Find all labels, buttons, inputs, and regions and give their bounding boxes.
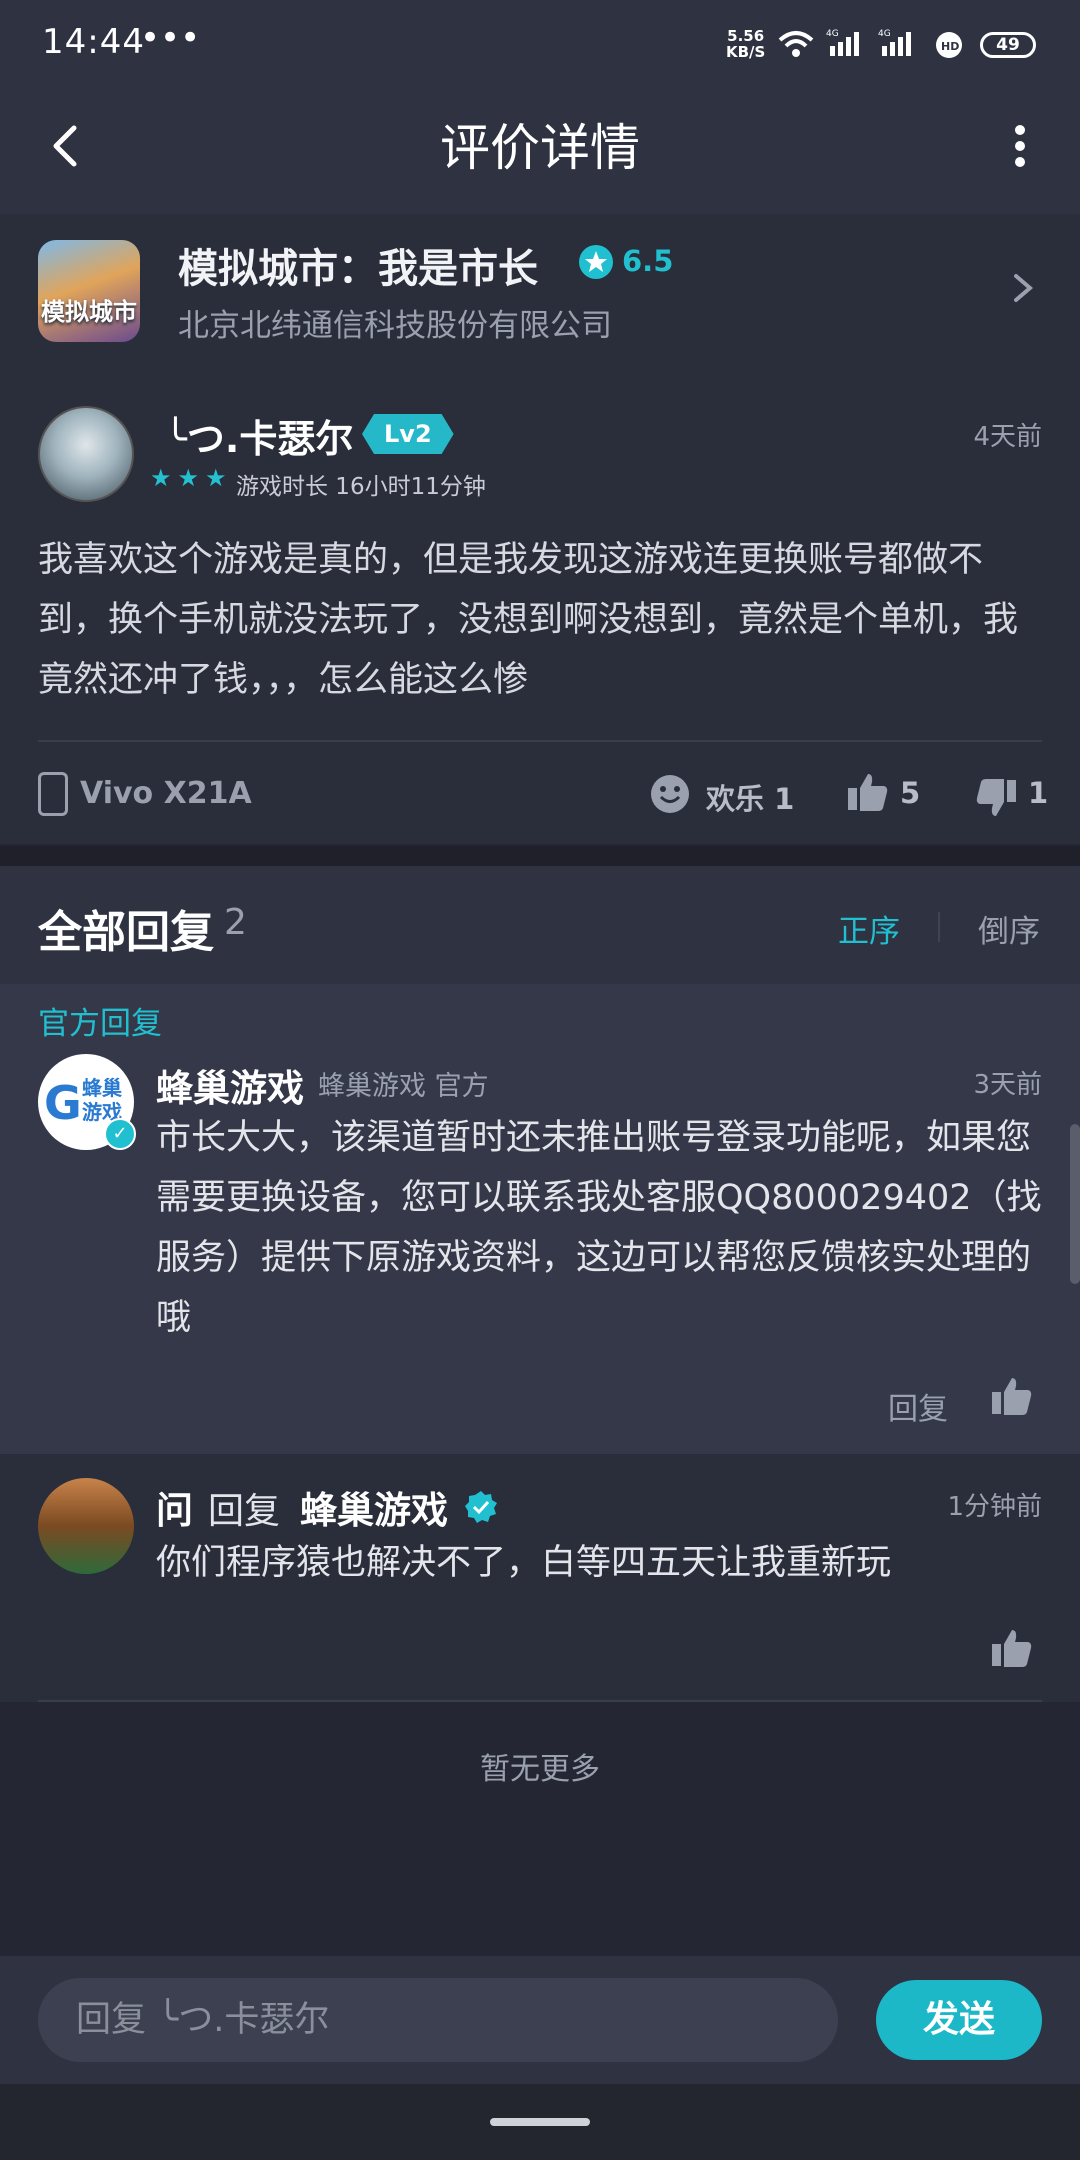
reply-verb: 回复 xyxy=(208,1491,281,1532)
rating-star-icon xyxy=(579,245,613,279)
official-subtitle: 蜂巢游戏 官方 xyxy=(318,1071,489,1102)
reply-text: 你们程序猿也解决不了，白等四五天让我重新玩 xyxy=(156,1543,892,1583)
level-badge: Lv2 xyxy=(362,414,454,454)
svg-text:4G: 4G xyxy=(826,29,839,39)
section-gap xyxy=(0,846,1080,866)
official-text: 市长大大，该渠道暂时还未推出账号登录功能呢，如果您需要更换设备，您可以联系我处客… xyxy=(156,1118,1042,1338)
happy-count[interactable]: 欢乐 1 xyxy=(706,776,794,818)
reply-time: 1分钟前 xyxy=(947,1492,1042,1522)
review-stars: ★★★ xyxy=(150,464,233,492)
signal-1-icon: 4G xyxy=(826,29,859,56)
status-notification-dots: ••• xyxy=(140,18,201,58)
official-logo-text: 蜂巢 游戏 xyxy=(82,1076,122,1124)
scrollbar[interactable] xyxy=(1070,1124,1080,1284)
signal-2-icon: 4G xyxy=(878,29,911,56)
reply-button[interactable]: 回复 xyxy=(888,1384,948,1428)
hd-icon: HD xyxy=(936,32,962,58)
network-speed: 5.56 KB/S xyxy=(726,27,766,61)
like-count: 5 xyxy=(900,776,921,810)
wifi-icon xyxy=(778,31,814,57)
sort-ascending-tab[interactable]: 正序 xyxy=(838,906,900,951)
sort-divider xyxy=(938,912,940,942)
thumbs-down-icon[interactable] xyxy=(974,776,1018,820)
svg-text:4G: 4G xyxy=(878,29,891,39)
replies-title: 全部回复 xyxy=(38,907,214,958)
game-rating: 6.5 xyxy=(622,244,674,278)
home-indicator[interactable] xyxy=(490,2118,590,2126)
reviewer-name[interactable]: ╰つ.卡瑟尔 xyxy=(164,408,353,463)
divider xyxy=(38,740,1042,742)
game-name: 模拟城市：我是市长 xyxy=(178,246,538,292)
replier-avatar[interactable] xyxy=(38,1478,134,1574)
chevron-right-icon[interactable] xyxy=(1008,268,1038,308)
playtime: 游戏时长 16小时11分钟 xyxy=(236,474,486,500)
svg-text:HD: HD xyxy=(941,40,959,53)
smile-icon[interactable] xyxy=(650,774,690,814)
thumbs-up-icon[interactable] xyxy=(846,770,890,814)
official-time: 3天前 xyxy=(973,1070,1042,1100)
reply-input[interactable]: 回复 ╰つ.卡瑟尔 xyxy=(38,1978,838,2062)
divider xyxy=(38,1700,1042,1702)
dislike-count: 1 xyxy=(1028,776,1049,810)
review-time: 4天前 xyxy=(973,422,1042,452)
official-name[interactable]: 蜂巢游戏 xyxy=(156,1058,304,1112)
official-logo-g: G xyxy=(44,1076,82,1130)
status-bar: 14:44 ••• 5.56 KB/S 4G 4G HD 49 xyxy=(0,0,1080,90)
game-icon[interactable]: 模拟城市 xyxy=(38,240,140,342)
no-more-text: 暂无更多 xyxy=(480,1752,600,1787)
phone-icon xyxy=(38,772,68,816)
official-reply-label: 官方回复 xyxy=(38,1006,162,1042)
verified-icon xyxy=(465,1491,497,1523)
replier-name[interactable]: 问 xyxy=(156,1480,193,1534)
game-icon-text: 模拟城市 xyxy=(41,298,137,326)
page-title: 评价详情 xyxy=(440,119,640,177)
game-developer: 北京北纬通信科技股份有限公司 xyxy=(178,308,612,344)
reply-target[interactable]: 蜂巢游戏 xyxy=(300,1480,448,1534)
sort-descending-tab[interactable]: 倒序 xyxy=(978,906,1040,951)
more-options-icon[interactable] xyxy=(1000,116,1040,176)
status-time: 14:44 xyxy=(42,22,145,62)
verified-icon: ✓ xyxy=(104,1118,136,1150)
thumbs-up-icon[interactable] xyxy=(990,1626,1034,1670)
reviewer-avatar[interactable] xyxy=(38,406,134,502)
review-text: 我喜欢这个游戏是真的，但是我发现这游戏连更换账号都做不到，换个手机就没法玩了，没… xyxy=(38,540,1019,700)
send-button[interactable]: 发送 xyxy=(876,1980,1042,2060)
battery-indicator: 49 xyxy=(980,32,1036,58)
replies-count: 2 xyxy=(224,902,247,943)
thumbs-up-icon[interactable] xyxy=(990,1374,1034,1418)
device-name: Vivo X21A xyxy=(80,776,252,811)
